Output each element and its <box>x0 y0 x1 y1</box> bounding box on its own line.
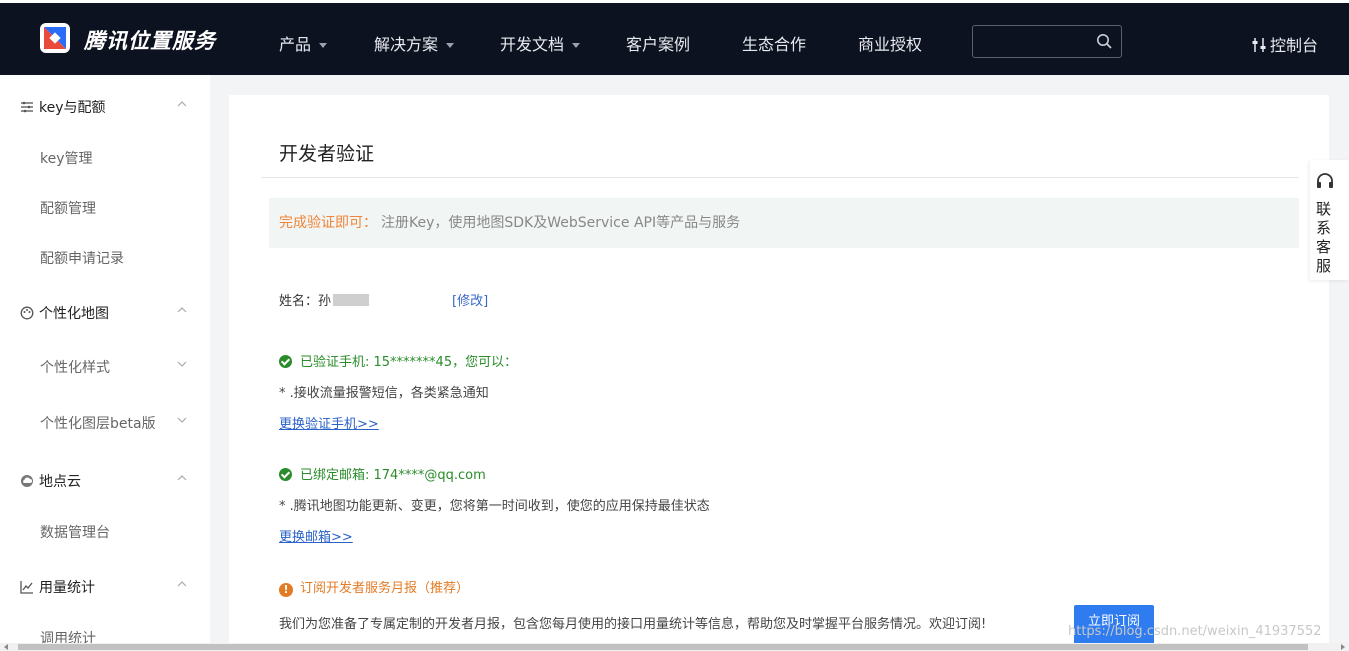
chevron-up-icon[interactable] <box>177 99 187 109</box>
nav-item-licensing[interactable]: 商业授权 <box>858 31 922 55</box>
sidebar-group-key-quota[interactable]: key与配额 <box>20 97 106 117</box>
chevron-down-icon[interactable] <box>177 415 187 425</box>
main-card: 开发者验证 完成验证即可： 注册Key，使用地图SDK及WebService AP… <box>229 95 1329 651</box>
phone-verified-status: 已验证手机: 15*******45，您可以： <box>279 351 517 370</box>
verification-notice: 完成验证即可： 注册Key，使用地图SDK及WebService API等产品与服… <box>269 198 1299 248</box>
email-bound-status: 已绑定邮箱: 174****@qq.com <box>279 464 486 483</box>
scroll-right-icon[interactable] <box>1341 644 1345 650</box>
notice-highlight: 完成验证即可： <box>279 215 377 231</box>
sidebar-group-custom-map[interactable]: 个性化地图 <box>20 303 109 323</box>
cloud-icon <box>21 475 33 487</box>
palette-icon <box>20 306 34 320</box>
search-input[interactable] <box>972 25 1122 58</box>
check-circle-icon <box>279 355 292 368</box>
name-label: 姓名： <box>279 294 319 309</box>
chevron-up-icon[interactable] <box>177 579 187 589</box>
search-icon[interactable] <box>1096 33 1112 49</box>
exclamation-circle-icon: ! <box>279 583 293 597</box>
email-benefit-text: * .腾讯地图功能更新、变更，您将第一时间收到，使您的应用保持最佳状态 <box>279 499 710 514</box>
name-row: 姓名：孙 [修改] <box>279 290 488 309</box>
customer-service-label: 联系客服 <box>1316 200 1332 275</box>
nav-item-ecosystem[interactable]: 生态合作 <box>742 31 806 55</box>
sliders-icon <box>1252 38 1266 52</box>
chart-icon <box>20 581 33 594</box>
console-link[interactable]: 控制台 <box>1252 32 1318 56</box>
page-title: 开发者验证 <box>279 143 375 165</box>
scrollbar-thumb[interactable] <box>18 644 1308 650</box>
phone-benefit-text: * .接收流量报警短信，各类紧急通知 <box>279 386 489 401</box>
sidebar-item-key-management[interactable]: key管理 <box>40 148 93 168</box>
headset-icon <box>1317 173 1333 188</box>
brand-name[interactable]: 腾讯位置服务 <box>84 25 216 55</box>
top-navbar: 腾讯位置服务 产品 解决方案 开发文档 客户案例 生态合作 商业授权 控制台 <box>0 0 1349 75</box>
list-icon <box>21 101 33 113</box>
sidebar-item-data-console[interactable]: 数据管理台 <box>40 522 110 542</box>
chevron-up-icon[interactable] <box>177 473 187 483</box>
chevron-down-icon[interactable] <box>177 359 187 369</box>
chevron-down-icon <box>446 43 455 48</box>
horizontal-scrollbar[interactable] <box>0 643 1349 651</box>
watermark: https://blog.csdn.net/weixin_41937552 <box>1068 624 1322 639</box>
check-circle-icon <box>279 468 292 481</box>
chevron-down-icon <box>572 43 581 48</box>
sidebar-item-custom-layer[interactable]: 个性化图层beta版 <box>40 413 156 433</box>
modify-name-link[interactable]: [修改] <box>452 290 488 309</box>
nav-item-products[interactable]: 产品 <box>279 31 328 55</box>
name-value: 孙 <box>318 294 332 309</box>
notice-text: 注册Key，使用地图SDK及WebService API等产品与服务 <box>381 215 741 231</box>
scroll-left-icon[interactable] <box>4 644 8 650</box>
customer-service-tab[interactable]: 联系客服 <box>1310 160 1349 280</box>
tencent-map-logo-icon[interactable] <box>40 23 70 53</box>
sidebar-item-quota-requests[interactable]: 配额申请记录 <box>40 248 124 268</box>
redacted-name-block <box>333 294 370 306</box>
sidebar-group-usage-stats[interactable]: 用量统计 <box>20 577 95 597</box>
sidebar: key与配额 key管理 配额管理 配额申请记录 个性化地图 个性化样式 个性化… <box>0 75 210 651</box>
monthly-report-desc: 我们为您准备了专属定制的开发者月报，包含您每月使用的接口用量统计等信息，帮助您及… <box>279 617 987 632</box>
divider <box>261 177 1299 178</box>
chevron-up-icon[interactable] <box>177 305 187 315</box>
nav-item-solutions[interactable]: 解决方案 <box>374 31 455 55</box>
chevron-down-icon <box>319 43 328 48</box>
nav-item-docs[interactable]: 开发文档 <box>500 31 581 55</box>
sidebar-item-quota-management[interactable]: 配额管理 <box>40 198 96 218</box>
sidebar-item-custom-style[interactable]: 个性化样式 <box>40 357 110 377</box>
change-phone-link[interactable]: 更换验证手机>> <box>279 413 379 432</box>
nav-item-cases[interactable]: 客户案例 <box>626 31 690 55</box>
monthly-report-title: ! 订阅开发者服务月报（推荐） <box>279 577 469 597</box>
change-email-link[interactable]: 更换邮箱>> <box>279 526 353 545</box>
sidebar-group-place-cloud[interactable]: 地点云 <box>20 471 81 491</box>
